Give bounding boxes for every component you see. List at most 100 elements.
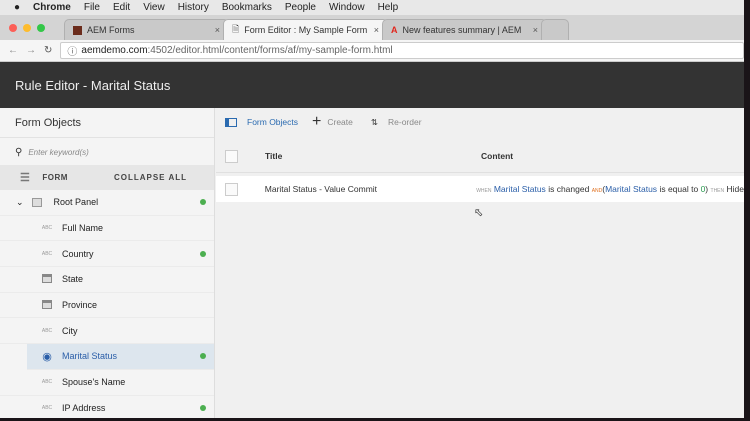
- menu-chrome[interactable]: Chrome: [33, 2, 71, 13]
- menu-view[interactable]: View: [143, 2, 165, 13]
- chevron-down-icon[interactable]: ⌄: [16, 197, 24, 208]
- tree-item[interactable]: ◉ Marital Status: [27, 344, 214, 370]
- rule-text: is changed: [548, 184, 590, 194]
- text-field-icon: ABC: [41, 225, 53, 232]
- tree-item[interactable]: State: [0, 267, 214, 293]
- url-host: aemdemo.com: [81, 45, 148, 56]
- page-icon: 🗎: [232, 24, 240, 34]
- back-icon[interactable]: ←: [8, 45, 18, 56]
- menu-bookmarks[interactable]: Bookmarks: [222, 2, 272, 13]
- reload-icon[interactable]: ↻: [44, 45, 52, 56]
- tab-title: Form Editor : My Sample Form: [244, 25, 368, 35]
- tree-item[interactable]: ABC IP Address: [0, 396, 214, 419]
- tree-item-label: State: [62, 274, 84, 285]
- text-field-icon: ABC: [41, 250, 53, 257]
- table-row[interactable]: Marital Status - Value Commit WHEN Marit…: [216, 176, 744, 202]
- field-ref: Marital Status: [605, 184, 658, 194]
- apple-icon[interactable]: ●: [14, 2, 20, 13]
- row-checkbox[interactable]: [225, 182, 238, 196]
- mouse-cursor-icon: ⬁: [474, 207, 484, 219]
- rules-panel: Form Objects + Create ⇅ Re-order Title C…: [216, 108, 744, 418]
- tab-title: New features summary | AEM: [402, 25, 522, 35]
- column-content: Content: [481, 151, 514, 161]
- search-placeholder: Enter keyword(s): [28, 148, 89, 157]
- adobe-icon: A: [391, 25, 398, 35]
- window-controls: [9, 24, 45, 32]
- form-objects-button[interactable]: Form Objects: [247, 117, 298, 127]
- tree-item-label: IP Address: [62, 402, 106, 413]
- minimize-window-button[interactable]: [23, 24, 31, 32]
- text-field-icon: ABC: [41, 379, 53, 386]
- new-tab-button[interactable]: [541, 19, 569, 40]
- reorder-button[interactable]: Re-order: [388, 117, 422, 127]
- tab-bar: AEM Forms × 🗎 Form Editor : My Sample Form…: [0, 15, 744, 40]
- mac-menubar: ● Chrome File Edit View History Bookmark…: [0, 0, 744, 15]
- panel-icon: [31, 197, 42, 207]
- rules-toolbar: Form Objects + Create ⇅ Re-order: [216, 108, 744, 136]
- search-input[interactable]: ⚲ Enter keyword(s): [0, 140, 214, 165]
- radio-button-icon: ◉: [42, 350, 52, 363]
- tab-form-editor[interactable]: 🗎 Form Editor : My Sample Form ×: [223, 19, 388, 40]
- tree-item-label: Full Name: [62, 223, 104, 234]
- maximize-window-button[interactable]: [37, 24, 45, 32]
- tree-item-label: Spouse's Name: [62, 377, 126, 388]
- list-icon: ☰: [20, 172, 31, 184]
- tree-item-label: Province: [62, 300, 98, 311]
- tree-item-label: Marital Status: [62, 351, 118, 362]
- tree-item-root-panel[interactable]: ⌄ Root Panel: [0, 190, 214, 216]
- close-window-button[interactable]: [9, 24, 17, 32]
- info-icon: ⓘ: [67, 47, 78, 58]
- menu-edit[interactable]: Edit: [113, 2, 130, 13]
- tab-close-icon[interactable]: ×: [374, 25, 379, 35]
- rule-editor-header: Rule Editor - Marital Status: [0, 62, 744, 108]
- kw-and: AND: [591, 188, 603, 194]
- sidebar-toggle-icon[interactable]: [225, 117, 237, 127]
- tree-item[interactable]: ABC Spouse's Name: [0, 370, 214, 396]
- create-button[interactable]: Create: [327, 117, 353, 127]
- text-field-icon: ABC: [41, 327, 53, 334]
- menu-people[interactable]: People: [285, 2, 316, 13]
- panel-title: Form Objects: [0, 108, 214, 138]
- reorder-icon[interactable]: ⇅: [371, 117, 378, 128]
- address-bar-row: ← → ↻ ⓘ aemdemo.com:4502/editor.html/con…: [0, 40, 744, 62]
- page-title: Rule Editor - Marital Status: [15, 77, 171, 93]
- url-input[interactable]: ⓘ aemdemo.com:4502/editor.html/content/f…: [60, 42, 744, 59]
- menu-history[interactable]: History: [178, 2, 209, 13]
- menu-window[interactable]: Window: [329, 2, 365, 13]
- table-header: Title Content: [216, 140, 744, 173]
- tab-aem-forms[interactable]: AEM Forms ×: [64, 19, 229, 40]
- plus-icon[interactable]: +: [312, 113, 321, 131]
- dropdown-icon: [36, 273, 58, 285]
- tree-item[interactable]: ABC Country: [0, 241, 214, 268]
- kw-when: WHEN: [476, 188, 492, 194]
- rule-content: WHEN Marital Status is changed AND(Marit…: [476, 184, 744, 194]
- text-field-icon: ABC: [41, 404, 53, 411]
- collapse-all-button[interactable]: COLLAPSE ALL: [114, 173, 187, 182]
- menu-help[interactable]: Help: [378, 2, 399, 13]
- form-row: ☰ FORM COLLAPSE ALL: [0, 165, 214, 190]
- tree-item[interactable]: Province: [0, 293, 214, 319]
- tab-close-icon[interactable]: ×: [215, 25, 220, 35]
- column-title: Title: [265, 151, 283, 161]
- form-objects-panel: Form Objects ⚲ Enter keyword(s) ☰ FORM CO…: [0, 108, 215, 418]
- tree-item-label: Country: [62, 248, 94, 259]
- tree-item-label: Root Panel: [53, 197, 99, 208]
- tree-item[interactable]: ABC City: [0, 318, 214, 345]
- url-path: :4502/editor.html/content/forms/af/my-sa…: [147, 45, 393, 56]
- forward-icon[interactable]: →: [26, 45, 36, 56]
- action: Hide: [726, 184, 744, 194]
- tab-title: AEM Forms: [87, 25, 135, 35]
- tree-item[interactable]: ABC Full Name: [0, 216, 214, 242]
- rule-title: Marital Status - Value Commit: [264, 184, 378, 194]
- tab-close-icon[interactable]: ×: [533, 25, 538, 35]
- rule-indicator-dot: [200, 353, 206, 360]
- form-label: FORM: [42, 173, 68, 182]
- search-icon: ⚲: [15, 147, 23, 158]
- menu-file[interactable]: File: [84, 2, 100, 13]
- tab-new-features[interactable]: A New features summary | AEM ×: [382, 19, 547, 40]
- rule-text: is equal to: [659, 184, 699, 194]
- aem-favicon-icon: [73, 25, 82, 35]
- dropdown-icon: [36, 299, 58, 311]
- field-ref: Marital Status: [493, 184, 546, 194]
- select-all-checkbox[interactable]: [225, 149, 238, 163]
